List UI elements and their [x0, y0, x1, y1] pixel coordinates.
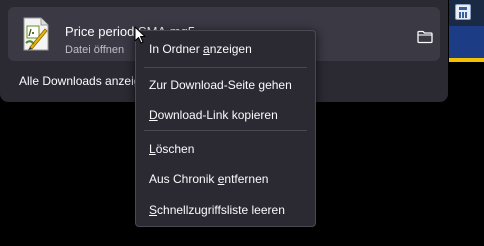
- mq5-file-icon: [23, 17, 49, 51]
- calculator-icon[interactable]: [455, 4, 471, 20]
- menu-item-go-to-download-page[interactable]: Zur Download-Seite gehen: [149, 78, 292, 92]
- background-blue-area: [449, 26, 484, 60]
- menu-separator: [144, 130, 307, 131]
- mouse-pointer-icon: [134, 26, 146, 44]
- menu-item-copy-download-link[interactable]: Download-Link kopieren: [149, 108, 278, 122]
- download-status: Datei öffnen: [65, 44, 125, 56]
- folder-icon: [417, 30, 433, 44]
- menu-item-clear-list[interactable]: Schnellzugriffsliste leeren: [149, 203, 285, 217]
- menu-item-remove-from-history[interactable]: Aus Chronik entfernen: [149, 172, 268, 186]
- menu-separator: [144, 67, 307, 68]
- background-yellow-line: [449, 58, 484, 62]
- menu-item-show-in-folder[interactable]: In Ordner anzeigen: [149, 42, 252, 56]
- menu-item-delete[interactable]: Löschen: [149, 142, 194, 156]
- download-context-menu: In Ordner anzeigen Zur Download-Seite ge…: [135, 30, 316, 227]
- open-folder-button[interactable]: [412, 24, 438, 50]
- show-all-downloads-link[interactable]: Alle Downloads anzeigen: [19, 74, 154, 88]
